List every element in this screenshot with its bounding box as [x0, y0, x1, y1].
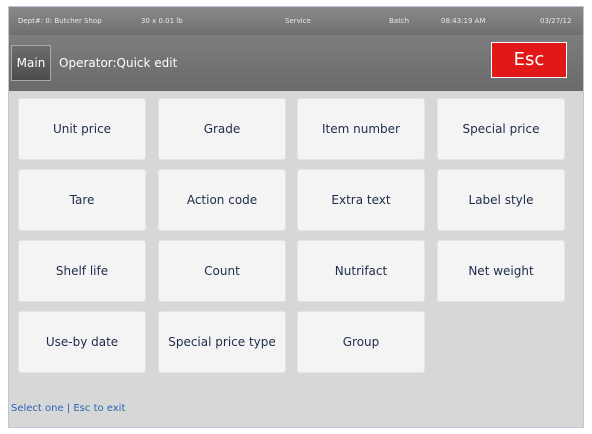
use-by-date-button[interactable]: Use-by date [18, 311, 146, 373]
special-price-button[interactable]: Special price [437, 98, 565, 160]
weight-unit-text: 30 x 0.01 lb [141, 17, 183, 25]
action-code-button[interactable]: Action code [158, 169, 286, 231]
shelf-life-button[interactable]: Shelf life [18, 240, 146, 302]
grade-button[interactable]: Grade [158, 98, 286, 160]
item-number-button[interactable]: Item number [297, 98, 425, 160]
group-button[interactable]: Group [297, 311, 425, 373]
tare-button[interactable]: Tare [18, 169, 146, 231]
status-bar: Dept#: 0: Butcher Shop 30 x 0.01 lb Serv… [9, 7, 583, 35]
app-window: Dept#: 0: Butcher Shop 30 x 0.01 lb Serv… [8, 6, 584, 428]
batch-text: Batch [389, 17, 410, 25]
date-text: 03/27/12 [540, 17, 572, 25]
time-text: 08:43:19 AM [441, 17, 486, 25]
net-weight-button[interactable]: Net weight [437, 240, 565, 302]
mode-text: Service [285, 17, 311, 25]
header-bar: Main Operator:Quick edit Esc [9, 35, 583, 91]
department-text: Dept#: 0: Butcher Shop [18, 17, 102, 25]
main-button[interactable]: Main [11, 45, 51, 81]
esc-button[interactable]: Esc [491, 42, 567, 78]
nutrifact-button[interactable]: Nutrifact [297, 240, 425, 302]
unit-price-button[interactable]: Unit price [18, 98, 146, 160]
label-style-button[interactable]: Label style [437, 169, 565, 231]
count-button[interactable]: Count [158, 240, 286, 302]
extra-text-button[interactable]: Extra text [297, 169, 425, 231]
instruction-text: Select one | Esc to exit [11, 403, 126, 414]
operator-title: Operator:Quick edit [59, 56, 178, 70]
special-price-type-button[interactable]: Special price type [158, 311, 286, 373]
